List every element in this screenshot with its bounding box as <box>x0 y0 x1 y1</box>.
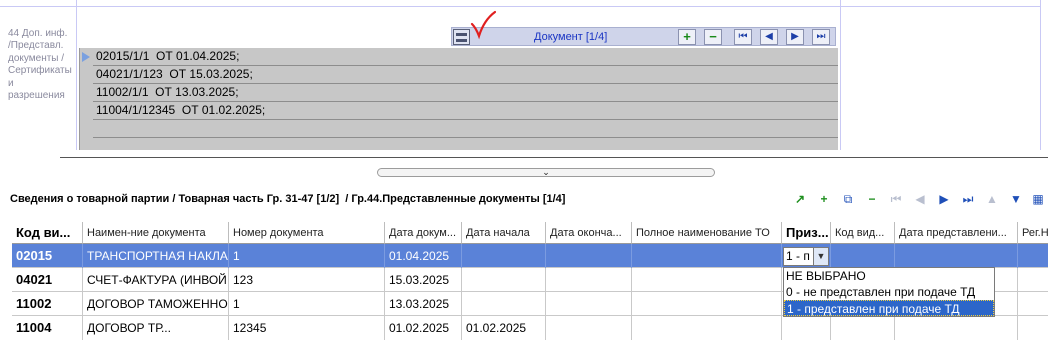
column-header[interactable]: Приз... <box>782 222 831 244</box>
table-cell <box>831 316 895 340</box>
table-cell <box>462 244 546 268</box>
document-entry[interactable]: 11004/1/12345 ОТ 01.02.2025; <box>93 102 838 120</box>
presentation-flag-select[interactable]: 1 - п ▼ <box>783 247 829 266</box>
table-cell: 01.02.2025 <box>462 316 546 340</box>
column-header[interactable]: Полное наименование ТО <box>632 222 782 244</box>
table-cell <box>782 316 831 340</box>
table-cell: 13.03.2025 <box>385 292 462 316</box>
next-icon[interactable]: ▶ <box>786 29 804 45</box>
table-cell <box>462 292 546 316</box>
first-icon[interactable]: ⏮ <box>734 29 752 45</box>
table-cell <box>895 316 1018 340</box>
remove-icon[interactable]: − <box>862 189 882 209</box>
chevron-down-icon: ⌄ <box>542 167 550 177</box>
table-cell <box>632 292 782 316</box>
column-header[interactable]: Дата начала <box>462 222 546 244</box>
up-icon[interactable]: ▲ <box>982 189 1002 209</box>
dropdown-option[interactable]: НЕ ВЫБРАНО <box>784 268 994 284</box>
down-icon[interactable]: ▼ <box>1006 189 1026 209</box>
table-cell: 15.03.2025 <box>385 268 462 292</box>
table-cell <box>1018 268 1048 292</box>
table-cell <box>632 268 782 292</box>
document-entry[interactable]: 04021/1/123 ОТ 15.03.2025; <box>93 66 838 84</box>
red-checkmark-annotation <box>470 10 496 40</box>
copy-icon[interactable]: ⧉ <box>838 189 858 209</box>
table-cell: 01.04.2025 <box>385 244 462 268</box>
document-entry[interactable] <box>93 138 838 156</box>
form-divider <box>0 6 76 7</box>
drag-grip-icon[interactable] <box>453 29 470 45</box>
document-entry[interactable]: 11002/1/1 ОТ 13.03.2025; <box>93 84 838 102</box>
table-cell <box>632 244 782 268</box>
documents-list: 02015/1/1 ОТ 01.04.2025; 04021/1/123 ОТ … <box>79 48 838 150</box>
table-cell <box>546 244 632 268</box>
table-cell: СЧЕТ-ФАКТУРА (ИНВОЙ <box>83 268 229 292</box>
table-row[interactable]: 02015 ТРАНСПОРТНАЯ НАКЛА 1 01.04.2025 1 … <box>12 244 1048 268</box>
form-divider <box>76 6 840 7</box>
table-cell <box>1018 316 1048 340</box>
table-cell <box>632 316 782 340</box>
add-icon[interactable]: + <box>814 189 834 209</box>
panel-divider <box>60 157 1048 158</box>
column-header[interactable]: Дата докум... <box>385 222 462 244</box>
splitter-handle[interactable]: ⌄ <box>377 168 715 177</box>
presentation-flag-dropdown: НЕ ВЫБРАНО 0 - не представлен при подаче… <box>783 267 995 317</box>
table-cell: ДОГОВОР ТАМОЖЕННО <box>83 292 229 316</box>
table-cell <box>546 316 632 340</box>
table-cell: ТРАНСПОРТНАЯ НАКЛА <box>83 244 229 268</box>
table-row[interactable]: 11004 ДОГОВОР ТР... 12345 01.02.2025 01.… <box>12 316 1048 340</box>
remove-icon[interactable]: − <box>704 29 722 45</box>
breadcrumb: Сведения о товарной партии / Товарная ча… <box>10 193 566 205</box>
table-cell: 01.02.2025 <box>385 316 462 340</box>
form-divider <box>840 0 841 150</box>
field-label-additional-info: 44 Доп. инф. /Представл. документы / Сер… <box>8 28 72 102</box>
document-entry[interactable]: 02015/1/1 ОТ 01.04.2025; <box>93 48 838 66</box>
document-navigator: Документ [1/4] + − ⏮ ◀ ▶ ⏭ <box>451 27 836 46</box>
table-cell <box>546 268 632 292</box>
column-header[interactable]: Дата представлени... <box>895 222 1018 244</box>
column-header[interactable]: Дата оконча... <box>546 222 632 244</box>
column-header[interactable]: Наимен-ние документа <box>83 222 229 244</box>
column-header[interactable]: Номер документа <box>229 222 385 244</box>
export-icon[interactable]: ↗ <box>790 189 810 209</box>
table-cell <box>1018 244 1048 268</box>
chevron-down-icon[interactable]: ▼ <box>813 248 828 265</box>
document-entry[interactable] <box>93 120 838 138</box>
form-divider <box>1040 0 1041 150</box>
columns-icon[interactable]: ▦ <box>1028 189 1048 209</box>
document-form-area: 44 Доп. инф. /Представл. документы / Сер… <box>0 0 1048 150</box>
current-row-marker <box>80 48 93 66</box>
table-cell: ДОГОВОР ТР... <box>83 316 229 340</box>
table-cell <box>831 244 895 268</box>
dropdown-option-selected[interactable]: 1 - представлен при подаче ТД <box>784 300 994 316</box>
table-cell: 1 <box>229 244 385 268</box>
first-icon[interactable]: ⏮ <box>886 189 906 209</box>
last-icon[interactable]: ⏭ <box>958 189 978 209</box>
table-cell: 123 <box>229 268 385 292</box>
table-cell <box>1018 292 1048 316</box>
add-icon[interactable]: + <box>678 29 696 45</box>
form-divider <box>840 6 1040 7</box>
table-cell: 02015 <box>12 244 83 268</box>
prev-icon[interactable]: ◀ <box>910 189 930 209</box>
next-icon[interactable]: ▶ <box>934 189 954 209</box>
table-cell <box>895 244 1018 268</box>
current-row-arrow-icon <box>82 52 90 62</box>
table-cell <box>462 268 546 292</box>
table-cell: 11002 <box>12 292 83 316</box>
column-header[interactable]: Код ви... <box>12 222 83 244</box>
table-cell: 04021 <box>12 268 83 292</box>
table-cell: 11004 <box>12 316 83 340</box>
select-value: 1 - п <box>786 249 810 263</box>
form-divider <box>76 0 77 150</box>
table-cell: 1 <box>229 292 385 316</box>
table-cell <box>546 292 632 316</box>
column-header[interactable]: Код вид... <box>831 222 895 244</box>
last-icon[interactable]: ⏭ <box>812 29 830 45</box>
column-header[interactable]: Рег.Н <box>1018 222 1048 244</box>
document-counter: Документ [1/4] <box>534 31 608 43</box>
table-cell: 12345 <box>229 316 385 340</box>
dropdown-option[interactable]: 0 - не представлен при подаче ТД <box>784 284 994 300</box>
prev-icon[interactable]: ◀ <box>760 29 778 45</box>
